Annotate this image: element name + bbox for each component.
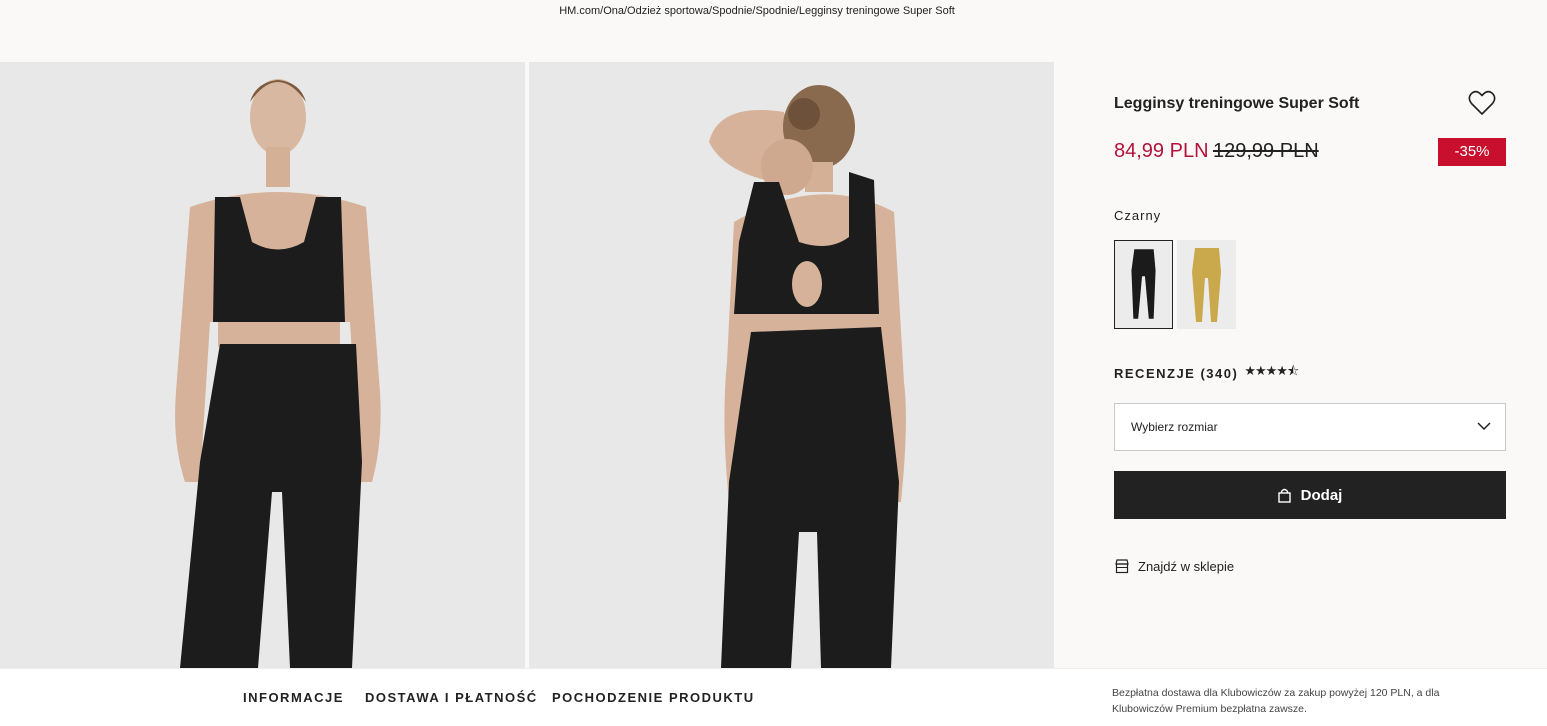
star-icon: ★ <box>1244 363 1256 378</box>
swatch-mustard[interactable] <box>1177 240 1236 329</box>
tab-delivery-payment[interactable]: DOSTAWA I PŁATNOŚĆ <box>365 690 538 705</box>
find-in-store-label: Znajdź w sklepie <box>1138 558 1235 574</box>
reviews-label: RECENZJE (340) <box>1114 365 1239 381</box>
product-photo-front[interactable] <box>0 62 525 668</box>
price-old: 129,99 PLN <box>1213 140 1319 162</box>
leggings-mustard-thumbnail <box>1177 240 1236 329</box>
model-back-image <box>529 62 1054 668</box>
size-select[interactable]: Wybierz rozmiar <box>1114 403 1506 451</box>
star-icon: ★ <box>1254 363 1267 378</box>
product-title: Legginsy treningowe Super Soft <box>1114 95 1360 112</box>
color-swatches <box>1114 240 1236 329</box>
breadcrumb-text[interactable]: HM.com/Ona/Odzież sportowa/Spodnie/Spodn… <box>559 5 955 17</box>
bottom-info-bar: INFORMACJE DOSTAWA I PŁATNOŚĆ POCHODZENI… <box>0 668 1547 726</box>
product-photo-back[interactable] <box>529 62 1054 668</box>
model-front-image <box>0 62 525 668</box>
heart-icon <box>1468 90 1496 115</box>
chevron-down-icon <box>1477 422 1491 431</box>
find-in-store-link[interactable]: Znajdź w sklepie <box>1114 558 1234 574</box>
leggings-black-thumbnail <box>1115 241 1172 328</box>
tab-product-origin[interactable]: POCHODZENIE PRODUKTU <box>552 690 755 705</box>
product-gallery <box>0 62 1054 668</box>
reviews-link[interactable]: RECENZJE (340) ★★★★⯪ <box>1114 362 1299 384</box>
discount-badge: -35% <box>1438 138 1506 166</box>
half-star-icon: ⯪ <box>1286 363 1299 378</box>
title-row: Legginsy treningowe Super Soft <box>1114 90 1506 120</box>
price-current: 84,99 PLN <box>1114 140 1209 162</box>
color-name: Czarny <box>1114 208 1162 223</box>
favorite-button[interactable] <box>1468 90 1496 116</box>
delivery-note: Bezpłatna dostawa dla Klubowiczów za zak… <box>1112 687 1440 715</box>
star-icon: ★ <box>1265 363 1278 378</box>
tab-information[interactable]: INFORMACJE <box>243 690 344 705</box>
add-to-bag-button[interactable]: Dodaj <box>1114 471 1506 519</box>
store-icon <box>1115 559 1129 574</box>
breadcrumb[interactable]: HM.com/Ona/Odzież sportowa/Spodnie/Spodn… <box>0 5 1514 17</box>
size-select-label: Wybierz rozmiar <box>1131 420 1218 434</box>
add-to-bag-label: Dodaj <box>1300 486 1343 504</box>
price-row: 84,99 PLN 129,99 PLN -35% <box>1114 138 1506 166</box>
star-rating: ★★★★⯪ <box>1244 362 1299 384</box>
bag-icon <box>1277 488 1291 503</box>
swatch-black[interactable] <box>1114 240 1173 329</box>
star-icon: ★ <box>1276 363 1288 378</box>
